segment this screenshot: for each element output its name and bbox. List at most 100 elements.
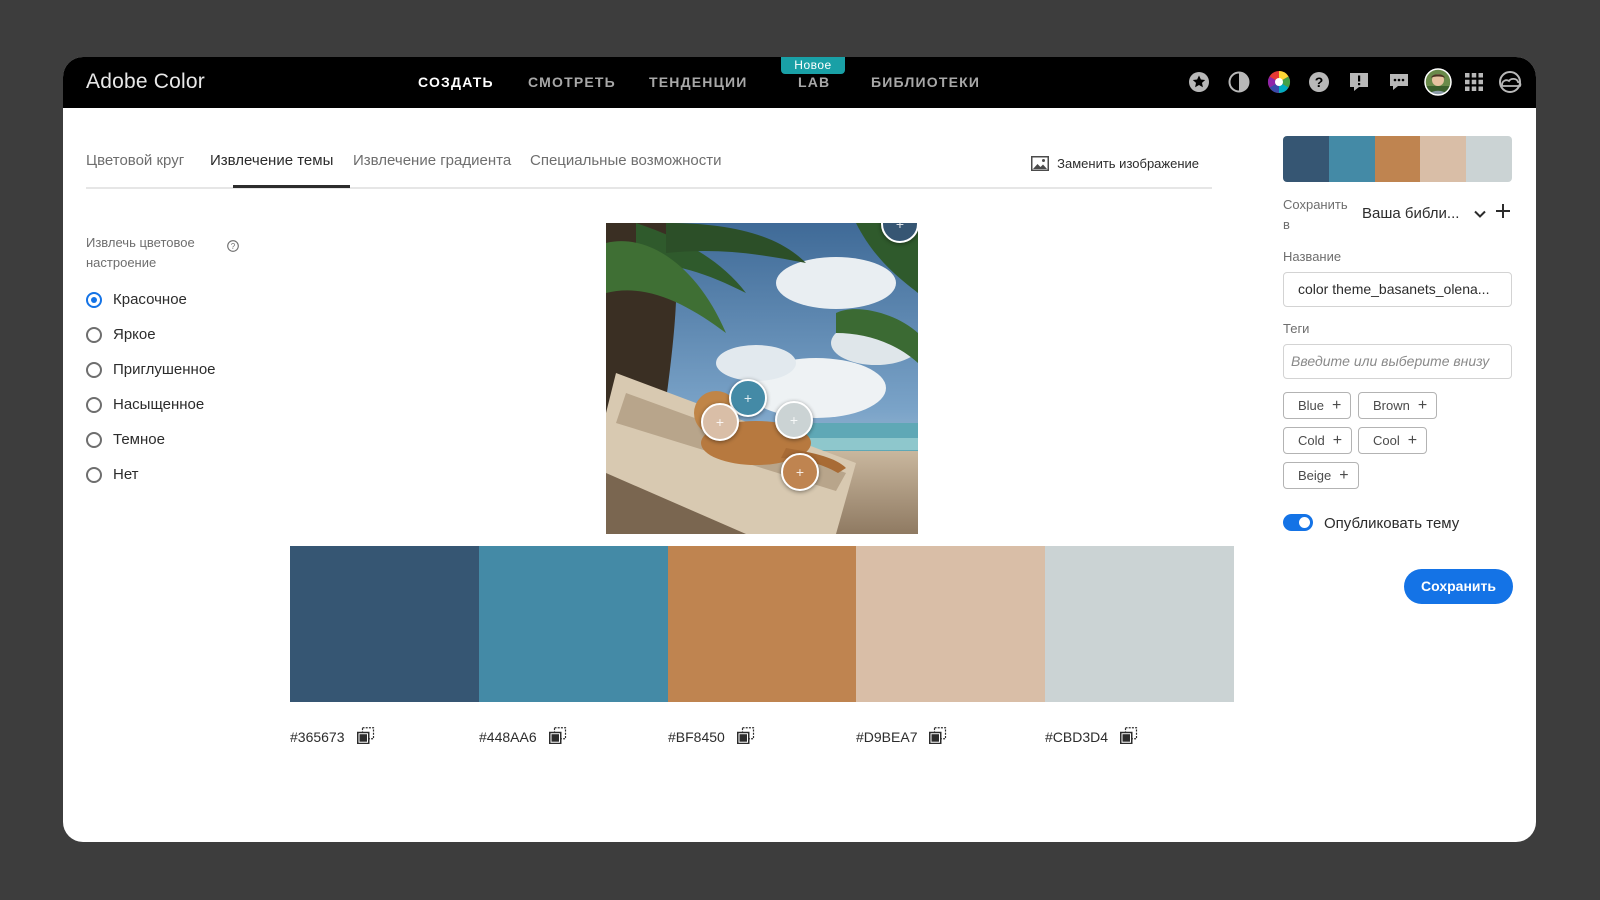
swatch[interactable] (290, 546, 479, 702)
tab-extract-theme[interactable]: Извлечение темы (210, 152, 333, 169)
publish-toggle[interactable] (1283, 514, 1313, 531)
hex-code: #BF8450 (668, 727, 755, 747)
copy-icon[interactable] (929, 727, 947, 747)
library-select[interactable]: Ваша библи... (1362, 205, 1459, 222)
apps-grid-icon[interactable] (1462, 70, 1486, 94)
tags-input[interactable]: Введите или выберите внизу (1283, 344, 1512, 379)
mood-option-dark[interactable]: Темное (86, 431, 165, 448)
copy-icon[interactable] (1120, 727, 1138, 747)
mood-option-none[interactable]: Нет (86, 466, 139, 483)
chevron-down-icon[interactable] (1473, 207, 1487, 226)
hex-code: #CBD3D4 (1045, 727, 1138, 747)
hex-value[interactable]: #365673 (290, 729, 345, 745)
tag-suggestion[interactable]: Brown + (1358, 392, 1438, 419)
nav-create[interactable]: СОЗДАТЬ (418, 74, 494, 90)
plus-icon: + (1417, 396, 1428, 414)
mood-option-label: Нет (113, 466, 139, 483)
nav-trends[interactable]: ТЕНДЕНЦИИ (649, 74, 748, 90)
hex-code: #D9BEA7 (856, 727, 947, 747)
avatar[interactable] (1424, 68, 1452, 96)
mood-option-label: Красочное (113, 291, 187, 308)
add-library-icon[interactable] (1495, 203, 1511, 224)
tag-label: Cold (1298, 433, 1325, 448)
new-badge: Новое (781, 57, 845, 74)
mood-option-colorful[interactable]: Красочное (86, 291, 187, 308)
mood-option-bright[interactable]: Яркое (86, 326, 156, 343)
info-icon[interactable]: ? (227, 239, 239, 257)
chat-icon[interactable] (1387, 70, 1411, 94)
hex-code: #365673 (290, 727, 375, 747)
hex-value[interactable]: #448AA6 (479, 729, 537, 745)
save-to-label: Сохранить в (1283, 197, 1348, 232)
theme-preview (1283, 136, 1512, 182)
swatch[interactable] (667, 546, 857, 702)
swatch[interactable] (1045, 546, 1234, 702)
tab-accessibility[interactable]: Специальные возможности (530, 152, 722, 169)
name-label: Название (1283, 249, 1342, 264)
hex-code: #448AA6 (479, 727, 567, 747)
copy-icon[interactable] (356, 727, 375, 747)
active-tab-indicator (233, 185, 350, 188)
tag-suggestion[interactable]: Cool + (1358, 427, 1428, 454)
mood-option-deep[interactable]: Насыщенное (86, 396, 204, 413)
creative-cloud-icon[interactable] (1496, 70, 1524, 94)
tag-label: Blue (1298, 398, 1325, 413)
contrast-icon[interactable] (1227, 70, 1251, 94)
hex-value[interactable]: #D9BEA7 (856, 729, 917, 745)
color-picker-handle[interactable]: + (781, 453, 819, 491)
plus-icon: + (1407, 431, 1418, 449)
mood-option-label: Приглушенное (113, 361, 216, 378)
plus-icon: + (1339, 466, 1349, 484)
save-button[interactable]: Сохранить (1404, 569, 1513, 604)
radio-button[interactable] (86, 396, 102, 413)
tab-extract-gradient[interactable]: Извлечение градиента (353, 152, 511, 169)
tag-suggestion[interactable]: Blue + (1283, 392, 1352, 419)
feedback-icon[interactable] (1347, 70, 1371, 94)
tag-suggestion[interactable]: Beige + (1283, 462, 1359, 489)
publish-label: Опубликовать тему (1324, 515, 1460, 532)
radio-button[interactable] (86, 326, 102, 343)
mini-swatch (1374, 136, 1421, 182)
copy-icon[interactable] (548, 727, 567, 747)
theme-swatches (290, 546, 1234, 702)
radio-button[interactable] (86, 466, 102, 483)
mini-swatch (1328, 136, 1375, 182)
mode-tabs: Цветовой круг Извлечение темы Извлечение… (86, 145, 1212, 189)
plus-icon: + (1332, 431, 1343, 449)
nav-explore[interactable]: СМОТРЕТЬ (528, 74, 616, 90)
brand-logo[interactable]: Adobe Color (86, 70, 205, 94)
hex-value[interactable]: #BF8450 (668, 729, 725, 745)
app-window: Adobe Color СОЗДАТЬ СМОТРЕТЬ ТЕНДЕНЦИИ Н… (63, 57, 1536, 842)
mood-option-muted[interactable]: Приглушенное (86, 361, 216, 378)
nav-lab[interactable]: LAB (798, 74, 830, 90)
image-icon (1031, 156, 1050, 171)
name-field[interactable]: color theme_basanets_olena... (1283, 272, 1512, 307)
replace-image-button[interactable]: Заменить изображение (1031, 156, 1199, 171)
help-icon[interactable]: ? (1307, 70, 1331, 94)
mood-option-label: Темное (113, 431, 165, 448)
mini-swatch (1283, 136, 1329, 182)
tag-suggestion[interactable]: Cold + (1283, 427, 1353, 454)
color-wheel-icon[interactable] (1267, 70, 1291, 94)
mini-swatch (1420, 136, 1467, 182)
swatch[interactable] (478, 546, 668, 702)
mood-label: Извлечь цветовое настроение (86, 235, 195, 270)
tab-color-wheel[interactable]: Цветовой круг (86, 152, 184, 169)
radio-button[interactable] (86, 431, 102, 448)
swatch[interactable] (856, 546, 1046, 702)
plus-icon: + (1332, 396, 1342, 414)
radio-button[interactable] (86, 291, 102, 308)
copy-icon[interactable] (736, 727, 755, 747)
star-icon[interactable] (1187, 70, 1211, 94)
color-picker-handle[interactable]: + (701, 403, 739, 441)
source-image[interactable]: + (606, 223, 918, 534)
replace-image-label: Заменить изображение (1057, 156, 1199, 171)
tag-label: Beige (1298, 468, 1332, 483)
color-picker-handle[interactable]: + (775, 401, 813, 439)
radio-button[interactable] (86, 361, 102, 378)
nav-libraries[interactable]: БИБЛИОТЕКИ (871, 74, 980, 90)
mood-option-label: Насыщенное (113, 396, 205, 413)
tag-label: Brown (1373, 398, 1410, 413)
hex-codes: #365673 #448AA6 #BF8450 #D9BEA7 #CBD3D4 (290, 727, 1234, 751)
hex-value[interactable]: #CBD3D4 (1045, 729, 1108, 745)
